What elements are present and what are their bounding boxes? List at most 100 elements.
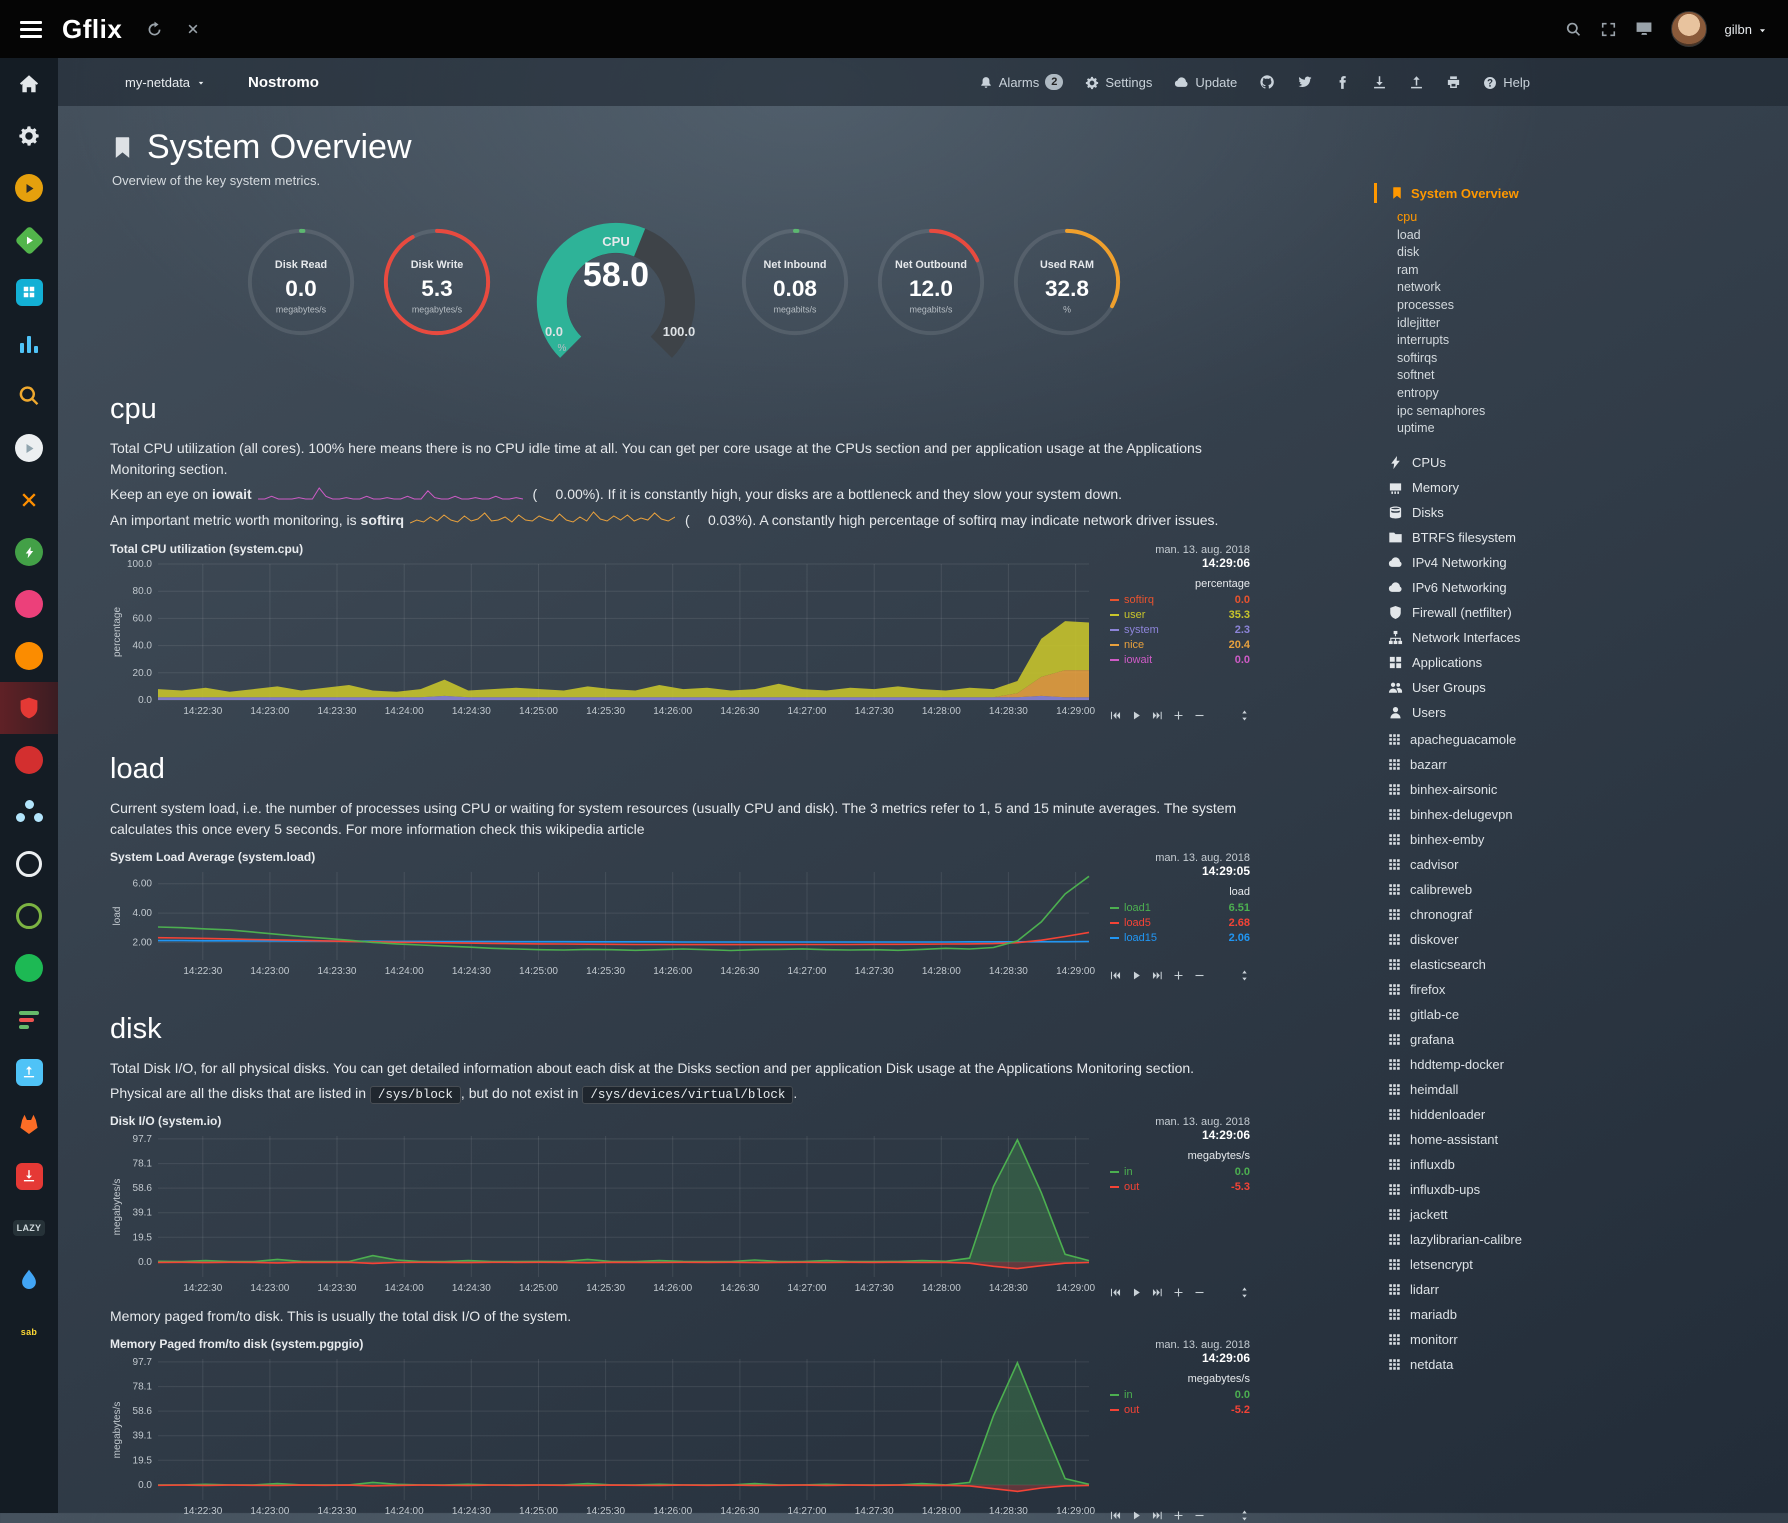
- menu-sub-disk[interactable]: disk: [1397, 244, 1704, 262]
- chart-skip-forward-icon[interactable]: [1152, 710, 1163, 721]
- chart-zoom-in-icon[interactable]: [1173, 1287, 1184, 1298]
- menu-app-grafana[interactable]: grafana: [1374, 1027, 1704, 1052]
- server-dropdown[interactable]: my-netdata: [125, 75, 206, 90]
- chart-skip-back-icon[interactable]: [1110, 710, 1121, 721]
- menu-app-binhex-emby[interactable]: binhex-emby: [1374, 827, 1704, 852]
- twitter-button[interactable]: [1297, 74, 1313, 91]
- chart-play-icon[interactable]: [1131, 1510, 1142, 1521]
- menu-sub-idlejitter[interactable]: idlejitter: [1397, 315, 1704, 333]
- menu-sub-entropy[interactable]: entropy: [1397, 385, 1704, 403]
- sidebar-app-resilio[interactable]: [0, 734, 58, 786]
- sidebar-app-jackett[interactable]: [0, 370, 58, 422]
- sidebar-app-settings[interactable]: [0, 110, 58, 162]
- menu-app-binhex-delugevpn[interactable]: binhex-delugevpn: [1374, 802, 1704, 827]
- user-menu[interactable]: gilbn: [1725, 22, 1768, 37]
- chart-zoom-out-icon[interactable]: [1194, 1510, 1205, 1521]
- menu-sub-ipc-semaphores[interactable]: ipc semaphores: [1397, 403, 1704, 421]
- sidebar-app-sabnzbd[interactable]: sab: [0, 1306, 58, 1358]
- menu-section-user-groups[interactable]: User Groups: [1374, 675, 1704, 700]
- menu-app-home-assistant[interactable]: home-assistant: [1374, 1127, 1704, 1152]
- legend-out[interactable]: out-5.2: [1110, 1403, 1250, 1418]
- chart-play-icon[interactable]: [1131, 970, 1142, 981]
- sidebar-app-utorrent[interactable]: [0, 890, 58, 942]
- chart-resize-icon[interactable]: [1239, 710, 1250, 721]
- sidebar-app-healthchecks[interactable]: [0, 526, 58, 578]
- sidebar-app-gitlab[interactable]: [0, 1098, 58, 1150]
- close-tab-icon[interactable]: [185, 21, 201, 37]
- refresh-icon[interactable]: [146, 21, 163, 38]
- legend-nice[interactable]: nice20.4: [1110, 638, 1250, 653]
- monitor-icon[interactable]: [1635, 20, 1653, 38]
- menu-app-gitlab-ce[interactable]: gitlab-ce: [1374, 1002, 1704, 1027]
- legend-load15[interactable]: load152.06: [1110, 931, 1250, 946]
- help-button[interactable]: Help: [1483, 74, 1530, 90]
- sidebar-app-unmanic[interactable]: [0, 838, 58, 890]
- menu-app-jackett[interactable]: jackett: [1374, 1202, 1704, 1227]
- sidebar-app-spotify[interactable]: [0, 942, 58, 994]
- menu-sub-processes[interactable]: processes: [1397, 297, 1704, 315]
- import-button[interactable]: [1372, 74, 1387, 90]
- chart-zoom-in-icon[interactable]: [1173, 1510, 1184, 1521]
- print-button[interactable]: [1446, 74, 1461, 90]
- menu-sub-load[interactable]: load: [1397, 227, 1704, 245]
- menu-section-btrfs-filesystem[interactable]: BTRFS filesystem: [1374, 525, 1704, 550]
- menu-app-calibreweb[interactable]: calibreweb: [1374, 877, 1704, 902]
- sidebar-app-pihole[interactable]: [0, 682, 58, 734]
- export-button[interactable]: [1409, 74, 1424, 90]
- menu-section-disks[interactable]: Disks: [1374, 500, 1704, 525]
- legend-system[interactable]: system2.3: [1110, 623, 1250, 638]
- facebook-button[interactable]: [1335, 74, 1350, 90]
- menu-section-users[interactable]: Users: [1374, 700, 1704, 725]
- hamburger-menu-icon[interactable]: [20, 21, 42, 38]
- chart-plot[interactable]: 0.019.539.158.678.197.714:22:3014:23:001…: [110, 1130, 1098, 1300]
- sidebar-app-home[interactable]: [0, 58, 58, 110]
- chart-skip-back-icon[interactable]: [1110, 970, 1121, 981]
- menu-app-netdata[interactable]: netdata: [1374, 1352, 1704, 1377]
- sidebar-app-portainer[interactable]: [0, 266, 58, 318]
- chart-play-icon[interactable]: [1131, 1287, 1142, 1298]
- menu-sub-network[interactable]: network: [1397, 279, 1704, 297]
- menu-app-influxdb[interactable]: influxdb: [1374, 1152, 1704, 1177]
- sidebar-app-nextcloud[interactable]: [0, 786, 58, 838]
- sidebar-app-airsonic[interactable]: [0, 318, 58, 370]
- menu-sub-ram[interactable]: ram: [1397, 262, 1704, 280]
- sidebar-app-sickchill[interactable]: [0, 630, 58, 682]
- chart-play-icon[interactable]: [1131, 710, 1142, 721]
- chart-resize-icon[interactable]: [1239, 970, 1250, 981]
- chart-skip-forward-icon[interactable]: [1152, 970, 1163, 981]
- menu-section-ipv6-networking[interactable]: IPv6 Networking: [1374, 575, 1704, 600]
- menu-app-heimdall[interactable]: heimdall: [1374, 1077, 1704, 1102]
- menu-app-monitorr[interactable]: monitorr: [1374, 1327, 1704, 1352]
- search-icon[interactable]: [1565, 21, 1582, 38]
- menu-section-applications[interactable]: Applications: [1374, 650, 1704, 675]
- menu-sub-uptime[interactable]: uptime: [1397, 420, 1704, 438]
- legend-in[interactable]: in0.0: [1110, 1388, 1250, 1403]
- sidebar-app-deluge[interactable]: [0, 1254, 58, 1306]
- menu-app-bazarr[interactable]: bazarr: [1374, 752, 1704, 777]
- sidebar-app-downloader[interactable]: [0, 1150, 58, 1202]
- chart-skip-back-icon[interactable]: [1110, 1510, 1121, 1521]
- legend-out[interactable]: out-5.3: [1110, 1180, 1250, 1195]
- menu-section-firewall-netfilter-[interactable]: Firewall (netfilter): [1374, 600, 1704, 625]
- menu-app-diskover[interactable]: diskover: [1374, 927, 1704, 952]
- menu-app-letsencrypt[interactable]: letsencrypt: [1374, 1252, 1704, 1277]
- cpu-chart[interactable]: Total CPU utilization (system.cpu)0.020.…: [110, 542, 1250, 723]
- menu-sub-softirqs[interactable]: softirqs: [1397, 350, 1704, 368]
- chart-zoom-out-icon[interactable]: [1194, 710, 1205, 721]
- chart-zoom-in-icon[interactable]: [1173, 970, 1184, 981]
- legend-load1[interactable]: load16.51: [1110, 901, 1250, 916]
- chart-zoom-in-icon[interactable]: [1173, 710, 1184, 721]
- menu-app-firefox[interactable]: firefox: [1374, 977, 1704, 1002]
- chart-skip-forward-icon[interactable]: [1152, 1510, 1163, 1521]
- menu-app-lazylibrarian-calibre[interactable]: lazylibrarian-calibre: [1374, 1227, 1704, 1252]
- menu-section-memory[interactable]: Memory: [1374, 475, 1704, 500]
- menu-sub-cpu[interactable]: cpu: [1397, 209, 1704, 227]
- chart-resize-icon[interactable]: [1239, 1510, 1250, 1521]
- menu-sub-interrupts[interactable]: interrupts: [1397, 332, 1704, 350]
- disk-io-chart[interactable]: Disk I/O (system.io)0.019.539.158.678.19…: [110, 1114, 1250, 1300]
- chart-plot[interactable]: 2.004.006.0014:22:3014:23:0014:23:3014:2…: [110, 866, 1098, 983]
- chart-plot[interactable]: 0.020.040.060.080.0100.014:22:3014:23:00…: [110, 558, 1098, 723]
- menu-system-overview[interactable]: System Overview: [1374, 183, 1704, 203]
- menu-app-hddtemp-docker[interactable]: hddtemp-docker: [1374, 1052, 1704, 1077]
- legend-in[interactable]: in0.0: [1110, 1165, 1250, 1180]
